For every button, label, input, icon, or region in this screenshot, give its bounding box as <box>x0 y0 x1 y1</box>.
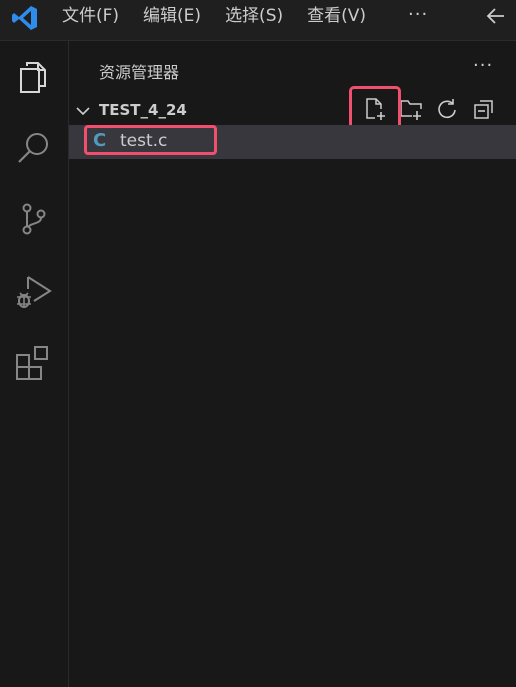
file-name: test.c <box>120 131 168 151</box>
explorer-sidebar: 资源管理器 ··· TEST_4_24 C test.c <box>69 41 516 687</box>
new-folder-icon[interactable] <box>399 97 423 121</box>
chevron-down-icon <box>76 107 90 116</box>
explorer-title: 资源管理器 <box>99 63 180 82</box>
menu-bar: 文件(F) 编辑(E) 选择(S) 查看(V) <box>62 0 390 32</box>
explorer-icon[interactable] <box>14 56 54 96</box>
c-file-icon: C <box>93 130 107 151</box>
refresh-icon[interactable] <box>435 97 459 121</box>
back-arrow-icon[interactable] <box>484 4 508 28</box>
search-icon[interactable] <box>14 128 54 168</box>
explorer-more-button[interactable]: ··· <box>473 55 493 76</box>
menu-edit[interactable]: 编辑(E) <box>143 0 208 32</box>
activity-bar <box>0 41 69 687</box>
menu-selection[interactable]: 选择(S) <box>225 0 290 32</box>
menu-file[interactable]: 文件(F) <box>62 0 126 32</box>
extensions-icon[interactable] <box>14 343 54 383</box>
source-control-icon[interactable] <box>14 199 54 239</box>
title-bar: 文件(F) 编辑(E) 选择(S) 查看(V) ··· <box>0 0 516 41</box>
run-debug-icon[interactable] <box>14 271 54 311</box>
vscode-logo-icon <box>12 6 37 30</box>
folder-name: TEST_4_24 <box>99 101 187 119</box>
collapse-all-icon[interactable] <box>472 97 496 121</box>
menu-view[interactable]: 查看(V) <box>307 0 373 32</box>
menu-more-button[interactable]: ··· <box>408 0 428 30</box>
file-row[interactable]: C test.c <box>69 125 516 159</box>
